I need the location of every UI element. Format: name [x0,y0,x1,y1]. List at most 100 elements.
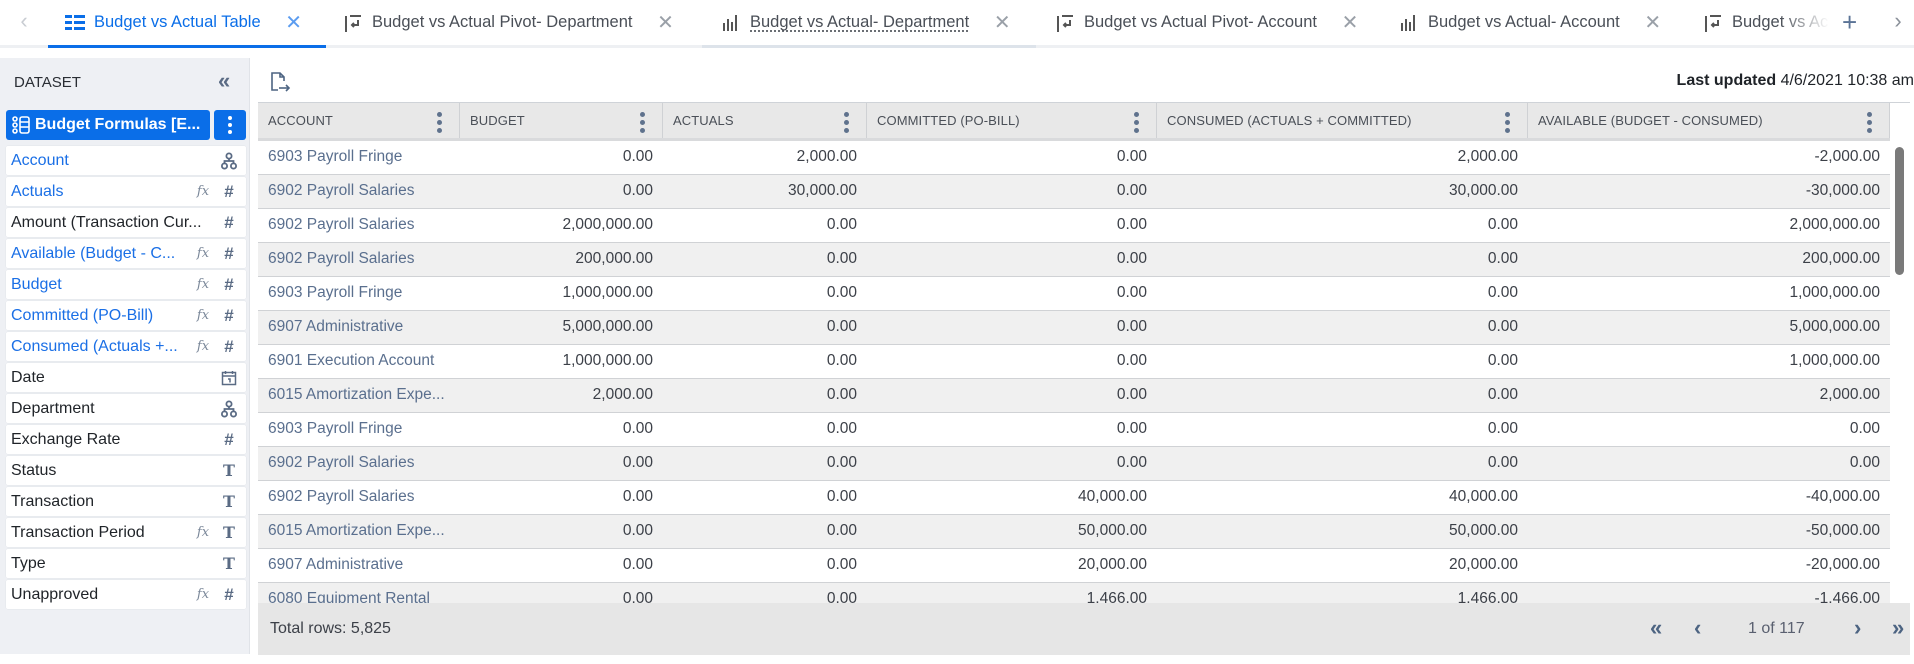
field-item[interactable]: Available (Budget - C... fx # [6,239,246,268]
column-menu-icon[interactable] [1134,112,1139,133]
dataset-sidebar: DATASET « Budget Formulas [E... Account A… [0,58,250,654]
table-row[interactable]: 6902 Payroll Salaries 0.00 0.00 40,000.00 40… [258,481,1890,515]
column-header-label: COMMITTED (PO-BILL) [877,113,1020,128]
first-page-button[interactable]: « [1650,615,1662,641]
close-tab-icon[interactable]: ✕ [656,10,674,35]
column-menu-icon[interactable] [437,112,442,133]
formula-icon: fx [196,184,210,199]
field-label: Committed (PO-Bill) [11,306,154,324]
field-item[interactable]: Committed (PO-Bill) fx # [6,301,246,330]
add-tab-button[interactable]: + [1842,9,1857,35]
tab-pivot-account[interactable]: Budget vs Actual Pivot- Account ✕ [1054,0,1359,45]
vertical-scrollbar[interactable] [1894,145,1904,605]
account-link[interactable]: 6015 Amortization Expe... [258,379,460,412]
tabs-scroll-left-button[interactable]: ‹ [14,8,34,34]
last-page-button[interactable]: » [1892,615,1904,641]
account-link[interactable]: 6903 Payroll Fringe [258,141,460,174]
table-row[interactable]: 6015 Amortization Expe... 0.00 0.00 50,000.… [258,515,1890,549]
table-row[interactable]: 6015 Amortization Expe... 2,000.00 0.00 0.0… [258,379,1890,413]
field-item[interactable]: Exchange Rate # [6,425,246,454]
table-cell: 0.00 [826,284,857,302]
field-item[interactable]: Budget fx # [6,270,246,299]
account-link[interactable]: 6902 Payroll Salaries [258,481,460,514]
table-cell: 0.00 [826,522,857,540]
column-header[interactable]: COMMITTED (PO-BILL) [867,103,1157,138]
field-label: Account [11,151,69,169]
table-cell: 1,466.00 [1086,590,1147,605]
account-link[interactable]: 6902 Payroll Salaries [258,243,460,276]
field-item[interactable]: Transaction T [6,487,246,516]
table-row[interactable]: 6902 Payroll Salaries 200,000.00 0.00 0.00 0… [258,243,1890,277]
dataset-menu-button[interactable] [214,110,246,140]
field-item[interactable]: Type T [6,549,246,578]
table-cell: 20,000.00 [1078,556,1147,574]
table-cell: 0.00 [1116,148,1147,166]
number-type-icon: # [224,429,234,449]
field-item[interactable]: Amount (Transaction Cur... # [6,208,246,237]
column-menu-icon[interactable] [844,112,849,133]
tabs-scroll-right-button[interactable]: › [1888,8,1908,34]
tab-budget-vs-actual-table[interactable]: Budget vs Actual Table ✕ [64,0,303,45]
table-row[interactable]: 6080 Equipment Rental 0.00 0.00 1,466.00 1,4… [258,583,1890,605]
field-item[interactable]: Unapproved fx # [6,580,246,609]
close-tab-icon[interactable]: ✕ [1644,10,1662,35]
table-row[interactable]: 6903 Payroll Fringe 0.00 2,000.00 0.00 2,000… [258,141,1890,175]
table-row[interactable]: 6902 Payroll Salaries 2,000,000.00 0.00 0.0… [258,209,1890,243]
table-row[interactable]: 6903 Payroll Fringe 0.00 0.00 0.00 0.00 0.00 [258,413,1890,447]
table-cell: 0.00 [1849,454,1880,472]
pivot-icon [342,13,364,33]
number-type-icon: # [224,305,234,325]
account-link[interactable]: 6907 Administrative [258,549,460,582]
next-page-button[interactable]: › [1854,615,1861,641]
table-row[interactable]: 6902 Payroll Salaries 0.00 0.00 0.00 0.00 0.0… [258,447,1890,481]
close-tab-icon[interactable]: ✕ [285,10,303,35]
table-row[interactable]: 6901 Execution Account 1,000,000.00 0.00 0.… [258,345,1890,379]
field-item[interactable]: Actuals fx # [6,177,246,206]
table-row[interactable]: 6902 Payroll Salaries 0.00 30,000.00 0.00 30… [258,175,1890,209]
account-link[interactable]: 6907 Administrative [258,311,460,344]
table-cell: 2,000.00 [796,148,857,166]
account-link[interactable]: 6901 Execution Account [258,345,460,378]
dataset-selector-button[interactable]: Budget Formulas [E... [6,110,210,140]
close-tab-icon[interactable]: ✕ [1341,10,1359,35]
column-menu-icon[interactable] [1505,112,1510,133]
account-link[interactable]: 6015 Amortization Expe... [258,515,460,548]
column-menu-icon[interactable] [1867,112,1872,133]
column-menu-icon[interactable] [640,112,645,133]
column-header[interactable]: ACTUALS [663,103,867,138]
table-row[interactable]: 6907 Administrative 0.00 0.00 20,000.00 20,0… [258,549,1890,583]
table-row[interactable]: 6907 Administrative 5,000,000.00 0.00 0.00 0… [258,311,1890,345]
tab-chart-account[interactable]: Budget vs Actual- Account ✕ [1398,0,1662,45]
column-header[interactable]: AVAILABLE (BUDGET - CONSUMED) [1528,103,1890,138]
field-item[interactable]: Department [6,394,246,423]
close-tab-icon[interactable]: ✕ [993,10,1011,35]
account-link[interactable]: 6080 Equipment Rental [258,583,460,605]
account-link[interactable]: 6903 Payroll Fringe [258,413,460,446]
field-item[interactable]: Transaction Period fx T [6,518,246,547]
field-item[interactable]: Consumed (Actuals +... fx # [6,332,246,361]
account-link[interactable]: 6902 Payroll Salaries [258,175,460,208]
previous-page-button[interactable]: ‹ [1694,615,1701,641]
field-label: Consumed (Actuals +... [11,337,178,355]
column-header[interactable]: BUDGET [460,103,663,138]
account-link[interactable]: 6902 Payroll Salaries [258,447,460,480]
field-item[interactable]: Date [6,363,246,392]
number-type-icon: # [224,274,234,294]
table-header: ACCOUNT BUDGET ACTUALS COMMITTED (PO-BILL) C… [258,103,1890,141]
column-header[interactable]: CONSUMED (ACTUALS + COMMITTED) [1157,103,1528,138]
tab-chart-department[interactable]: Budget vs Actual- Department ✕ [720,0,1011,45]
account-link[interactable]: 6902 Payroll Salaries [258,209,460,242]
column-header[interactable]: ACCOUNT [258,103,460,138]
scrollbar-thumb[interactable] [1895,147,1904,275]
export-button[interactable] [268,70,294,96]
hierarchy-icon [220,400,238,418]
table-row[interactable]: 6903 Payroll Fringe 1,000,000.00 0.00 0.00 0… [258,277,1890,311]
tab-overflow-fade [1780,0,1850,44]
tab-pivot-department[interactable]: Budget vs Actual Pivot- Department ✕ [342,0,674,45]
account-link[interactable]: 6903 Payroll Fringe [258,277,460,310]
collapse-sidebar-button[interactable]: « [218,68,230,94]
field-item[interactable]: Status T [6,456,246,485]
number-type-icon: # [224,584,234,604]
field-item[interactable]: Account [6,146,246,175]
field-label: Department [11,399,95,417]
